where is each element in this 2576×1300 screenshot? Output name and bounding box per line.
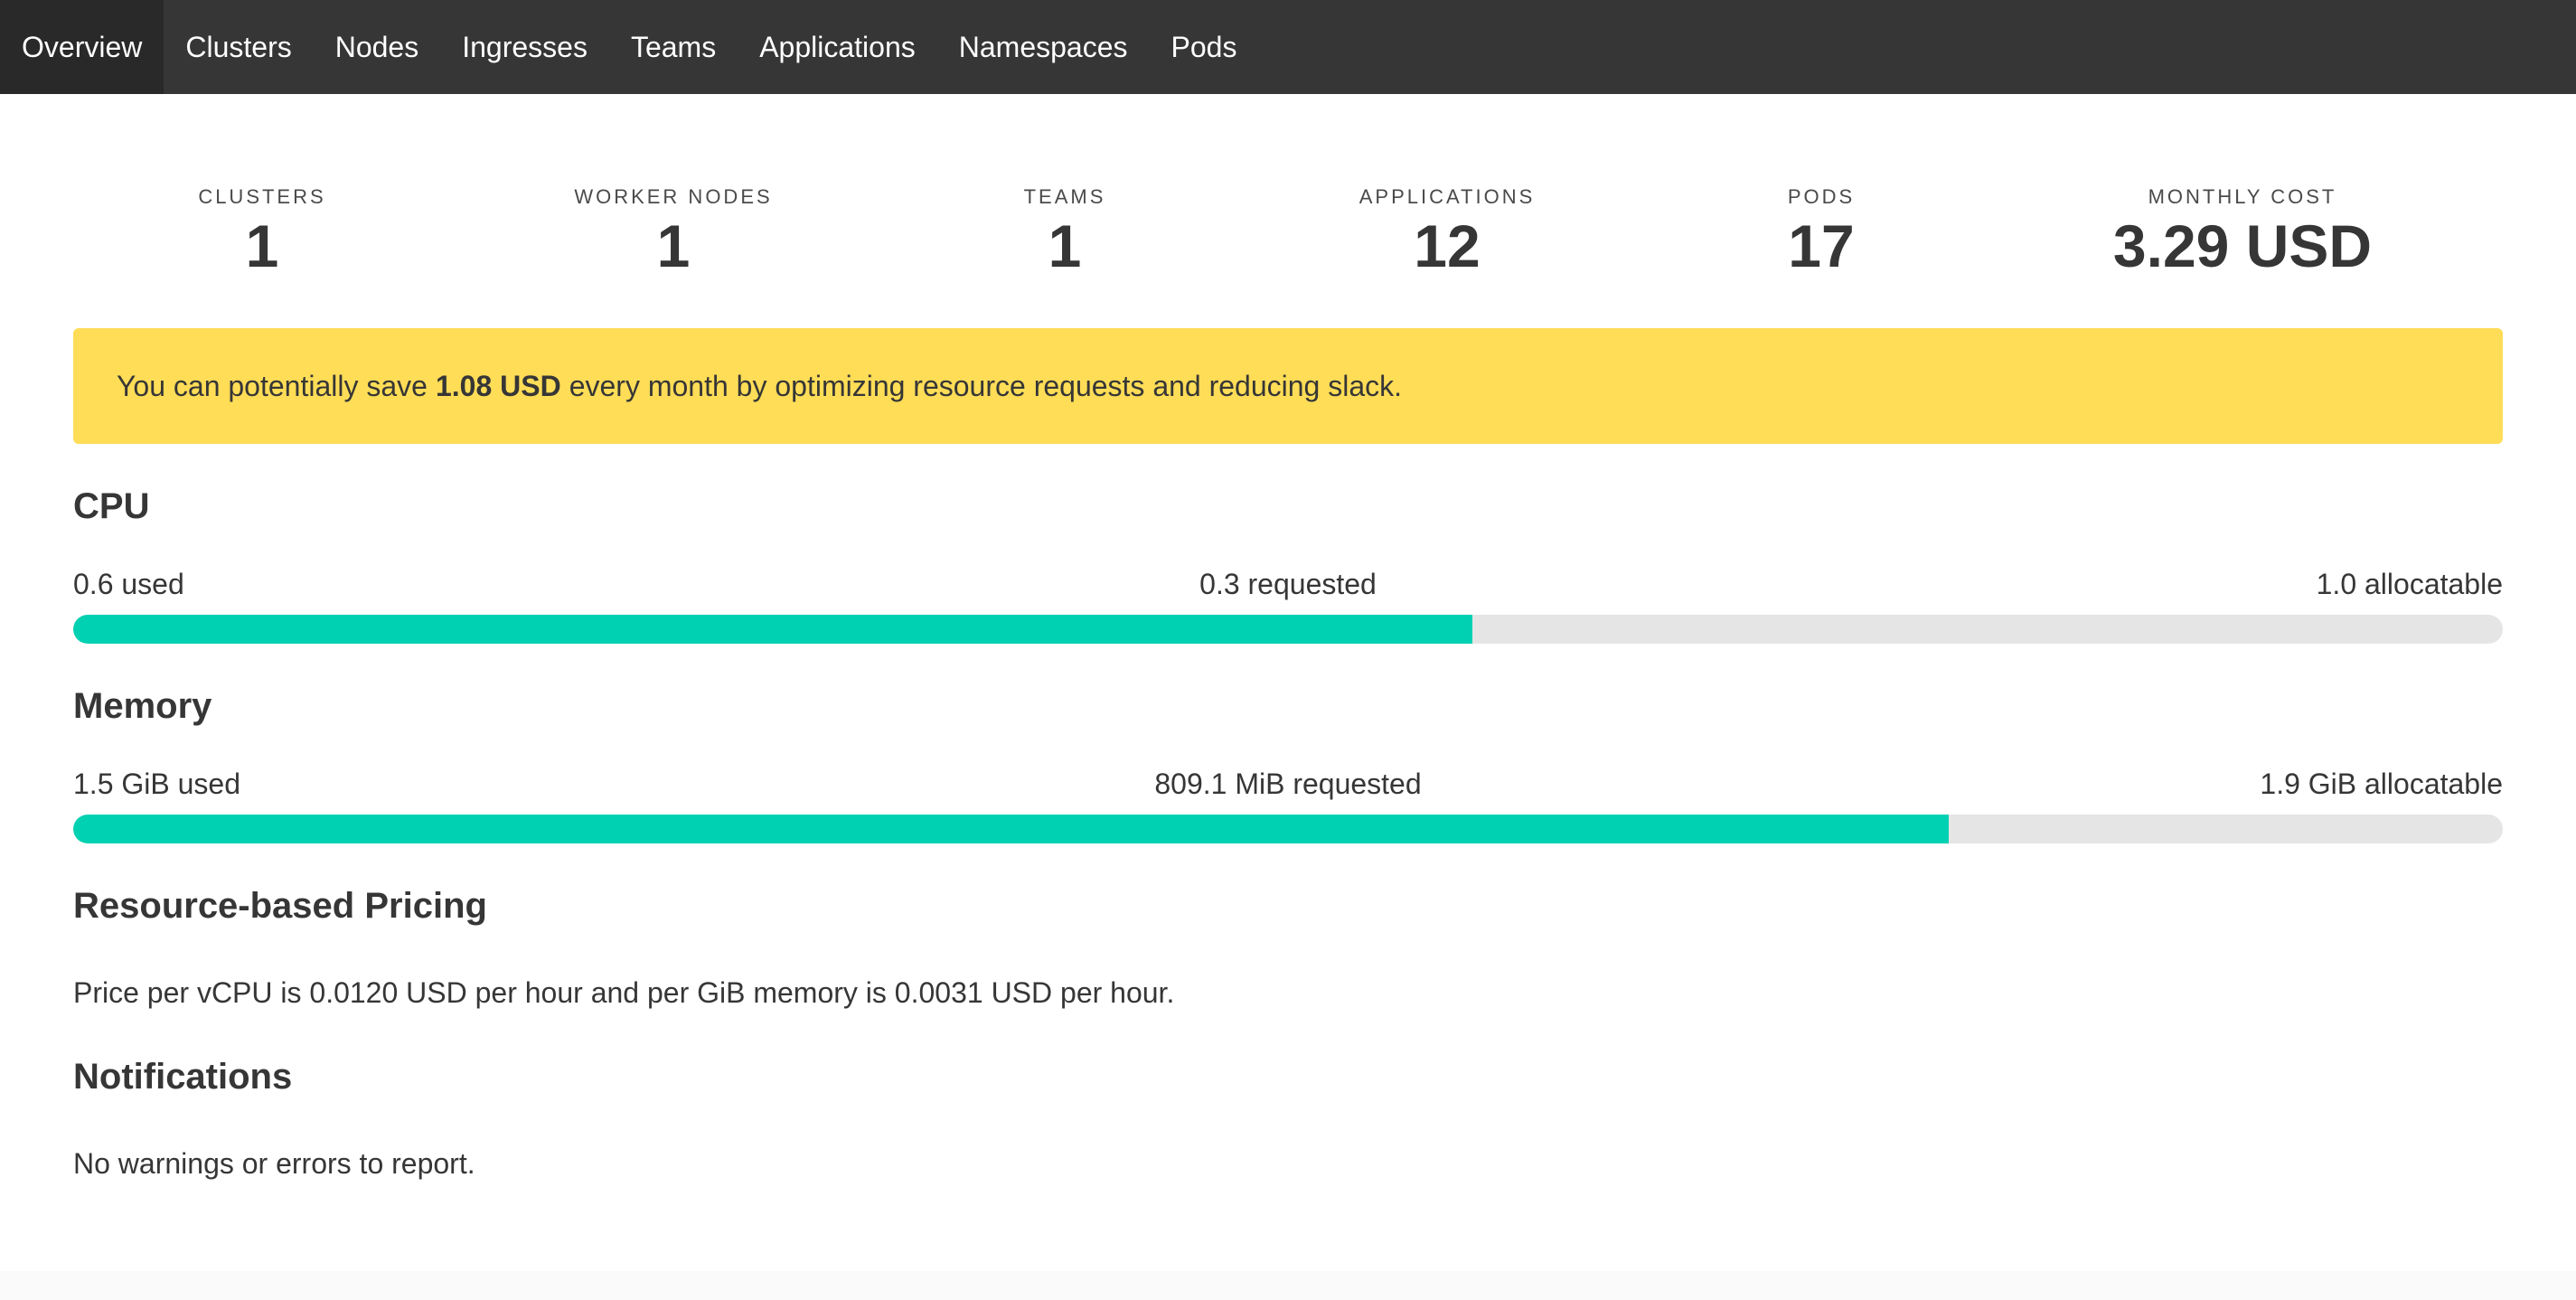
stat-value: 1 <box>245 212 279 279</box>
savings-notification: You can potentially save 1.08 USD every … <box>73 328 2503 444</box>
memory-requested: 809.1 MiB requested <box>1154 768 1422 800</box>
stat-heading: Teams <box>1023 185 1106 208</box>
notifications-title: Notifications <box>73 1057 293 1097</box>
cpu-progress-bar <box>73 615 2503 644</box>
nav-clusters[interactable]: Clusters <box>164 0 313 94</box>
cpu-allocatable: 1.0 allocatable <box>2316 568 2503 600</box>
savings-prefix: You can potentially save <box>117 369 428 402</box>
nav-ingresses[interactable]: Ingresses <box>440 0 609 94</box>
stat-value: 1 <box>656 212 691 279</box>
nav-pods[interactable]: Pods <box>1150 0 1259 94</box>
stat-value: 17 <box>1788 212 1855 279</box>
cpu-requested: 0.3 requested <box>1199 568 1377 600</box>
stat-value: 12 <box>1414 212 1481 279</box>
pricing-text: Price per vCPU is 0.0120 USD per hour an… <box>73 976 1175 1009</box>
memory-progress-fill <box>73 815 1950 843</box>
stat-heading: Worker Nodes <box>574 185 773 208</box>
nav-applications[interactable]: Applications <box>738 0 937 94</box>
page-footer <box>0 1271 2576 1300</box>
nav-overview[interactable]: Overview <box>0 0 165 94</box>
notifications-text: No warnings or errors to report. <box>73 1147 475 1180</box>
stat-teams: Teams 1 <box>875 184 1255 282</box>
savings-suffix: every month by optimizing resource reque… <box>569 369 1403 402</box>
stat-monthly-cost: Monthly Cost 3.29 USD <box>2053 184 2432 282</box>
nav-namespaces[interactable]: Namespaces <box>937 0 1150 94</box>
pricing-title: Resource-based Pricing <box>73 886 487 926</box>
cpu-title: CPU <box>73 486 150 526</box>
stat-heading: Applications <box>1359 185 1536 208</box>
stat-pods: Pods 17 <box>1631 184 2011 282</box>
nav-nodes[interactable]: Nodes <box>314 0 441 94</box>
stat-clusters: Clusters 1 <box>72 184 452 282</box>
nav-teams[interactable]: Teams <box>609 0 738 94</box>
stat-value: 3.29 USD <box>2112 212 2373 279</box>
top-navbar: Overview Clusters Nodes Ingresses Teams … <box>0 0 2576 94</box>
cpu-used: 0.6 used <box>73 568 184 600</box>
memory-progress-bar <box>73 815 2503 843</box>
stat-heading: Pods <box>1787 185 1856 208</box>
stat-heading: Clusters <box>198 185 326 208</box>
memory-used: 1.5 GiB used <box>73 768 240 800</box>
cpu-bar-labels: 0.6 used 0.3 requested 1.0 allocatable <box>73 568 2503 604</box>
stat-value: 1 <box>1048 212 1082 279</box>
savings-amount: 1.08 USD <box>435 369 561 402</box>
cpu-progress-fill <box>73 615 1473 644</box>
overview-main: Clusters 1 Worker Nodes 1 Teams 1 Applic… <box>73 94 2503 1180</box>
stat-applications: Applications 12 <box>1257 184 1637 282</box>
summary-stats: Clusters 1 Worker Nodes 1 Teams 1 Applic… <box>73 94 2503 293</box>
memory-allocatable: 1.9 GiB allocatable <box>2260 768 2503 800</box>
stat-worker-nodes: Worker Nodes 1 <box>484 184 863 282</box>
memory-bar-labels: 1.5 GiB used 809.1 MiB requested 1.9 GiB… <box>73 768 2503 804</box>
stat-heading: Monthly Cost <box>2148 185 2337 208</box>
memory-title: Memory <box>73 686 212 726</box>
